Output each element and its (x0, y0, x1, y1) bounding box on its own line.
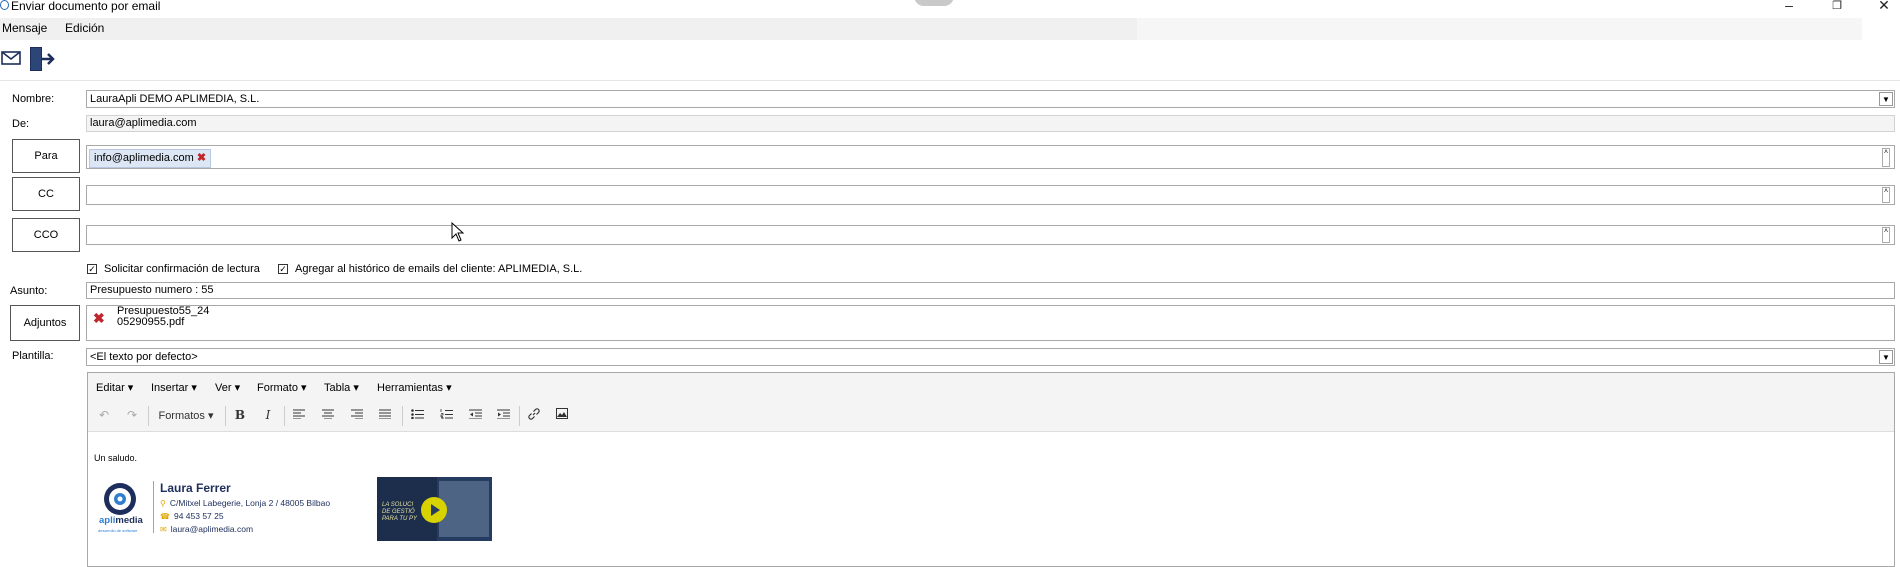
close-icon[interactable]: ✕ (1874, 0, 1894, 14)
video-text-3: PARA TU PY (382, 516, 418, 522)
phone-icon: ☎ (160, 512, 170, 521)
asunto-value: Presupuesto numero : 55 (90, 284, 214, 296)
html-editor[interactable]: Editar ▾ Insertar ▾ Ver ▾ Formato ▾ Tabl… (87, 372, 1895, 567)
para-scroll[interactable]: ˄ (1882, 148, 1890, 167)
toolbar-divider (0, 80, 1900, 81)
nombre-value: LauraApli DEMO APLIMEDIA, S.L. (90, 93, 260, 105)
formats-dropdown[interactable]: Formatos ▾ (154, 409, 218, 425)
menu-mensaje[interactable]: Mensaje (2, 21, 47, 35)
recipient-chip: info@aplimedia.com ✖ (89, 149, 212, 168)
editor-menu-formato[interactable]: Formato ▾ (257, 381, 307, 394)
menu-edicion[interactable]: Edición (65, 21, 104, 35)
menu-bar (0, 18, 1137, 40)
editor-menu-editar[interactable]: Editar ▾ (96, 381, 133, 394)
bullet-list-icon[interactable] (408, 408, 426, 424)
editor-menubar: Editar ▾ Insertar ▾ Ver ▾ Formato ▾ Tabl… (88, 373, 1894, 402)
location-pin-icon: ⚲ (160, 499, 166, 508)
link-icon[interactable] (525, 408, 543, 424)
aplimedia-logo: aplimedia desarrollo de software (98, 481, 143, 541)
toolbar-separator (284, 406, 285, 426)
mail-icon: ✉ (160, 525, 167, 534)
cco-field[interactable]: ˄ (86, 225, 1895, 245)
align-right-icon[interactable] (348, 408, 366, 424)
signature-address: ⚲ C/Mitxel Labegerie, Lonja 2 / 48005 Bil… (160, 498, 331, 508)
adjuntos-button[interactable]: Adjuntos (10, 305, 80, 341)
de-field: laura@aplimedia.com (86, 115, 1895, 132)
nombre-combobox[interactable]: LauraApli DEMO APLIMEDIA, S.L. ▼ (86, 90, 1895, 108)
signature-name: Laura Ferrer (160, 481, 231, 495)
email-body-text: Un saludo. (94, 453, 138, 463)
mouse-cursor-icon (451, 221, 465, 245)
drag-handle[interactable] (914, 0, 954, 6)
bold-icon[interactable]: B (231, 408, 249, 424)
align-left-icon[interactable] (290, 408, 308, 424)
recipient-chip-text: info@aplimedia.com (94, 152, 194, 164)
app-icon (0, 0, 9, 10)
chevron-down-icon[interactable]: ▼ (1879, 92, 1893, 106)
confirm-read-checkbox[interactable]: ✓ (87, 264, 97, 274)
menu-bar-extension (1137, 18, 1862, 40)
restore-icon[interactable]: ❐ (1827, 0, 1847, 12)
video-text-1: LA SOLUCI (382, 502, 414, 508)
remove-attachment-icon[interactable]: ✖ (93, 310, 105, 327)
editor-menu-tabla[interactable]: Tabla ▾ (324, 381, 359, 394)
play-icon[interactable] (421, 497, 447, 523)
editor-menu-herramientas[interactable]: Herramientas ▾ (377, 381, 452, 394)
history-label: Agregar al histórico de emails del clien… (295, 263, 583, 275)
editor-toolbar: ↶ ↷ Formatos ▾ B I (88, 401, 1894, 432)
plantilla-label: Plantilla: (12, 350, 54, 362)
image-icon[interactable] (553, 408, 571, 424)
italic-icon[interactable]: I (259, 408, 277, 424)
confirm-read-label: Solicitar confirmación de lectura (104, 263, 260, 275)
cc-button[interactable]: CC (12, 177, 80, 211)
toolbar-separator (148, 406, 149, 426)
exit-icon[interactable] (28, 46, 56, 75)
de-label: De: (12, 118, 30, 130)
video-text-2: DE GESTIÓ (382, 509, 415, 515)
asunto-input[interactable]: Presupuesto numero : 55 (86, 282, 1895, 299)
indent-icon[interactable] (494, 408, 512, 424)
signature-email[interactable]: ✉ laura@aplimedia.com (160, 524, 253, 534)
undo-icon[interactable]: ↶ (95, 408, 113, 424)
toolbar-separator (225, 406, 226, 426)
align-center-icon[interactable] (319, 408, 337, 424)
plantilla-value: <El texto por defecto> (90, 351, 198, 363)
outdent-icon[interactable] (466, 408, 484, 424)
cc-scroll[interactable]: ˄ (1882, 187, 1890, 203)
signature-phone: ☎ 94 453 57 25 (160, 511, 224, 521)
minimize-icon[interactable]: – (1779, 0, 1799, 13)
redo-icon[interactable]: ↷ (123, 408, 141, 424)
toolbar-separator (519, 406, 520, 426)
chevron-down-icon[interactable]: ▼ (1879, 350, 1893, 364)
cco-button[interactable]: CCO (12, 218, 80, 252)
plantilla-select[interactable]: <El texto por defecto> ▼ (86, 348, 1895, 366)
de-value: laura@aplimedia.com (90, 117, 197, 129)
numbered-list-icon[interactable] (437, 408, 455, 424)
envelope-icon[interactable] (1, 51, 21, 68)
attachments-field[interactable]: ✖ Presupuesto55_24 05290955.pdf (86, 305, 1895, 341)
video-thumbnail[interactable]: LA SOLUCI DE GESTIÓ PARA TU PY (377, 477, 492, 541)
attachment-name-line2: 05290955.pdf (117, 316, 185, 328)
nombre-label: Nombre: (12, 93, 55, 105)
cco-scroll[interactable]: ˄ (1882, 227, 1890, 243)
para-field[interactable]: info@aplimedia.com ✖ ˄ (86, 145, 1895, 169)
cc-field[interactable]: ˄ (86, 185, 1895, 205)
editor-menu-insertar[interactable]: Insertar ▾ (151, 381, 197, 394)
remove-recipient-icon[interactable]: ✖ (197, 152, 206, 164)
toolbar-separator (402, 406, 403, 426)
history-checkbox[interactable]: ✓ (278, 264, 288, 274)
signature-divider (153, 481, 154, 533)
window-title: Enviar documento por email (11, 0, 161, 13)
para-button[interactable]: Para (12, 139, 80, 173)
align-justify-icon[interactable] (376, 408, 394, 424)
attachment-item[interactable]: Presupuesto55_24 05290955.pdf (117, 306, 209, 328)
editor-menu-ver[interactable]: Ver ▾ (215, 381, 240, 394)
asunto-label: Asunto: (10, 285, 48, 297)
